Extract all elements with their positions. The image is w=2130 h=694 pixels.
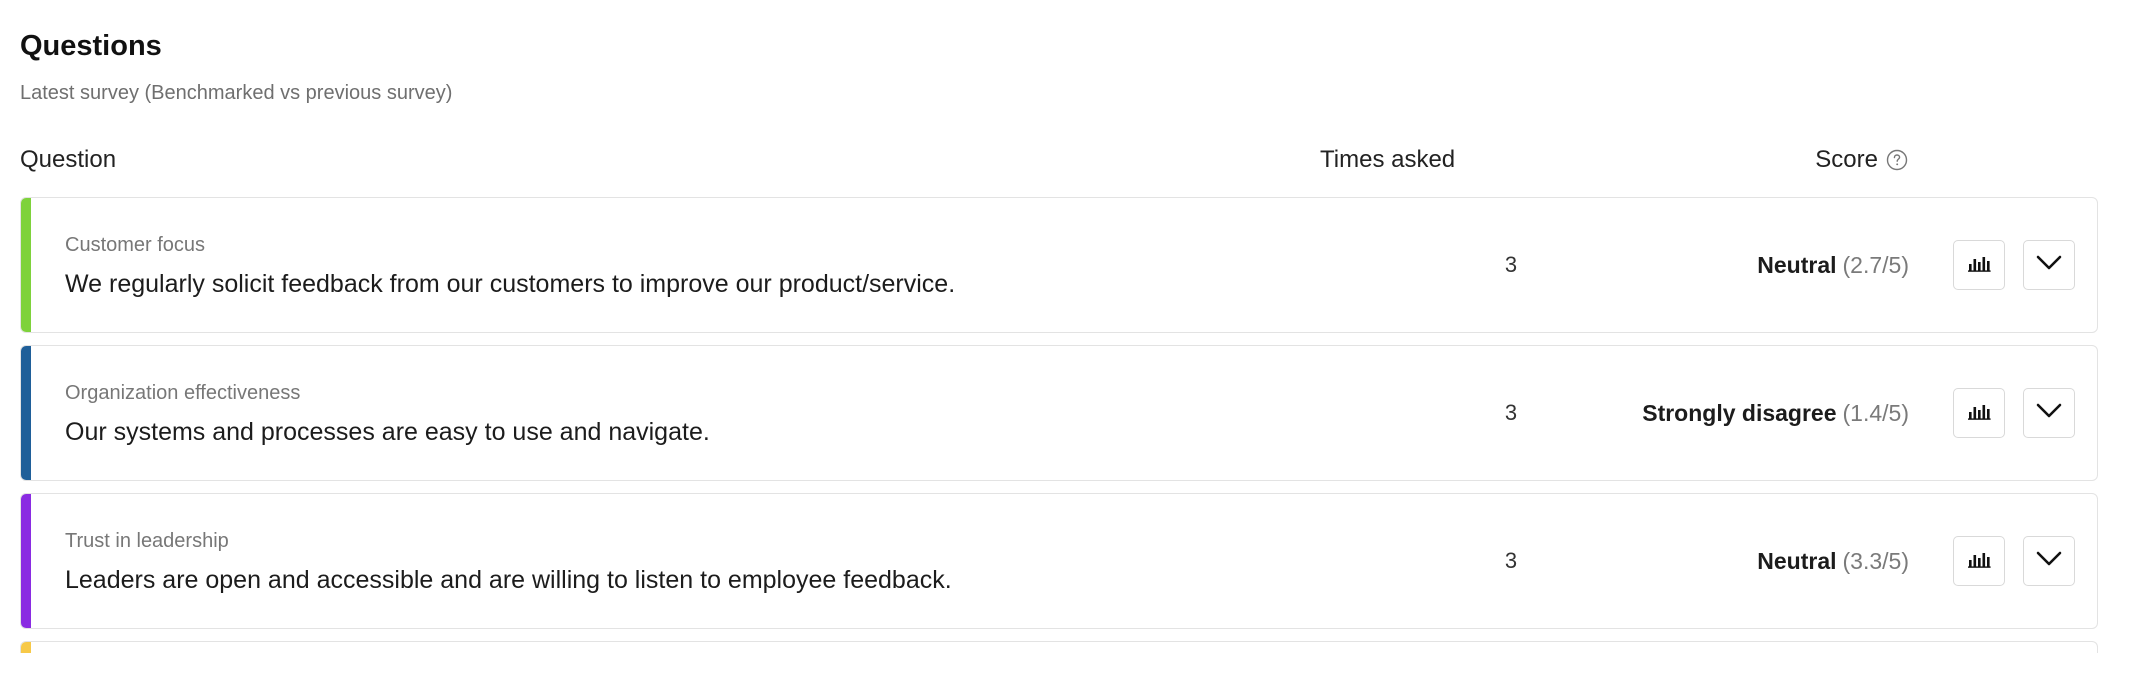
chevron-down-icon xyxy=(2036,551,2062,572)
question-row: Organization effectiveness Our systems a… xyxy=(20,345,2098,481)
page-title: Questions xyxy=(20,30,162,62)
score-value: (2.7/5) xyxy=(1842,252,1909,278)
question-text: We regularly solicit feedback from our c… xyxy=(65,270,956,298)
question-category: Customer focus xyxy=(65,234,206,256)
chevron-down-icon xyxy=(2036,255,2062,276)
score-cell: Neutral (3.3/5) xyxy=(1501,548,1909,575)
view-chart-button[interactable] xyxy=(1953,536,2005,586)
question-text: Our systems and processes are easy to us… xyxy=(65,418,710,446)
bar-chart-icon xyxy=(1967,550,1991,573)
column-header-times-asked: Times asked xyxy=(1320,146,1456,173)
score-label: Neutral xyxy=(1757,548,1837,574)
question-category: Trust in leadership xyxy=(65,530,229,552)
question-row: Trust in leadership Leaders are open and… xyxy=(20,493,2098,629)
question-category: Organization effectiveness xyxy=(65,382,301,404)
category-accent-bar xyxy=(21,494,31,628)
view-chart-button[interactable] xyxy=(1953,388,2005,438)
expand-row-button[interactable] xyxy=(2023,240,2075,290)
page-subtitle: Latest survey (Benchmarked vs previous s… xyxy=(20,82,453,104)
column-header-score-label: Score xyxy=(1815,146,1878,173)
view-chart-button[interactable] xyxy=(1953,240,2005,290)
category-accent-bar xyxy=(21,198,31,332)
score-value: (1.4/5) xyxy=(1842,400,1909,426)
score-value: (3.3/5) xyxy=(1842,548,1909,574)
score-cell: Strongly disagree (1.4/5) xyxy=(1501,400,1909,427)
bar-chart-icon xyxy=(1967,402,1991,425)
chevron-down-icon xyxy=(2036,403,2062,424)
expand-row-button[interactable] xyxy=(2023,536,2075,586)
category-accent-bar xyxy=(21,346,31,480)
score-label: Neutral xyxy=(1757,252,1837,278)
column-header-score: Score xyxy=(1780,146,1908,174)
column-header-question: Question xyxy=(20,146,117,173)
question-row: Customer focus We regularly solicit feed… xyxy=(20,197,2098,333)
score-cell: Neutral (2.7/5) xyxy=(1501,252,1909,279)
expand-row-button[interactable] xyxy=(2023,388,2075,438)
score-label: Strongly disagree xyxy=(1642,400,1837,426)
category-accent-bar xyxy=(21,642,31,653)
question-row-partial xyxy=(20,641,2098,653)
question-circle-icon[interactable] xyxy=(1886,149,1908,171)
question-text: Leaders are open and accessible and are … xyxy=(65,566,952,594)
bar-chart-icon xyxy=(1967,254,1991,277)
